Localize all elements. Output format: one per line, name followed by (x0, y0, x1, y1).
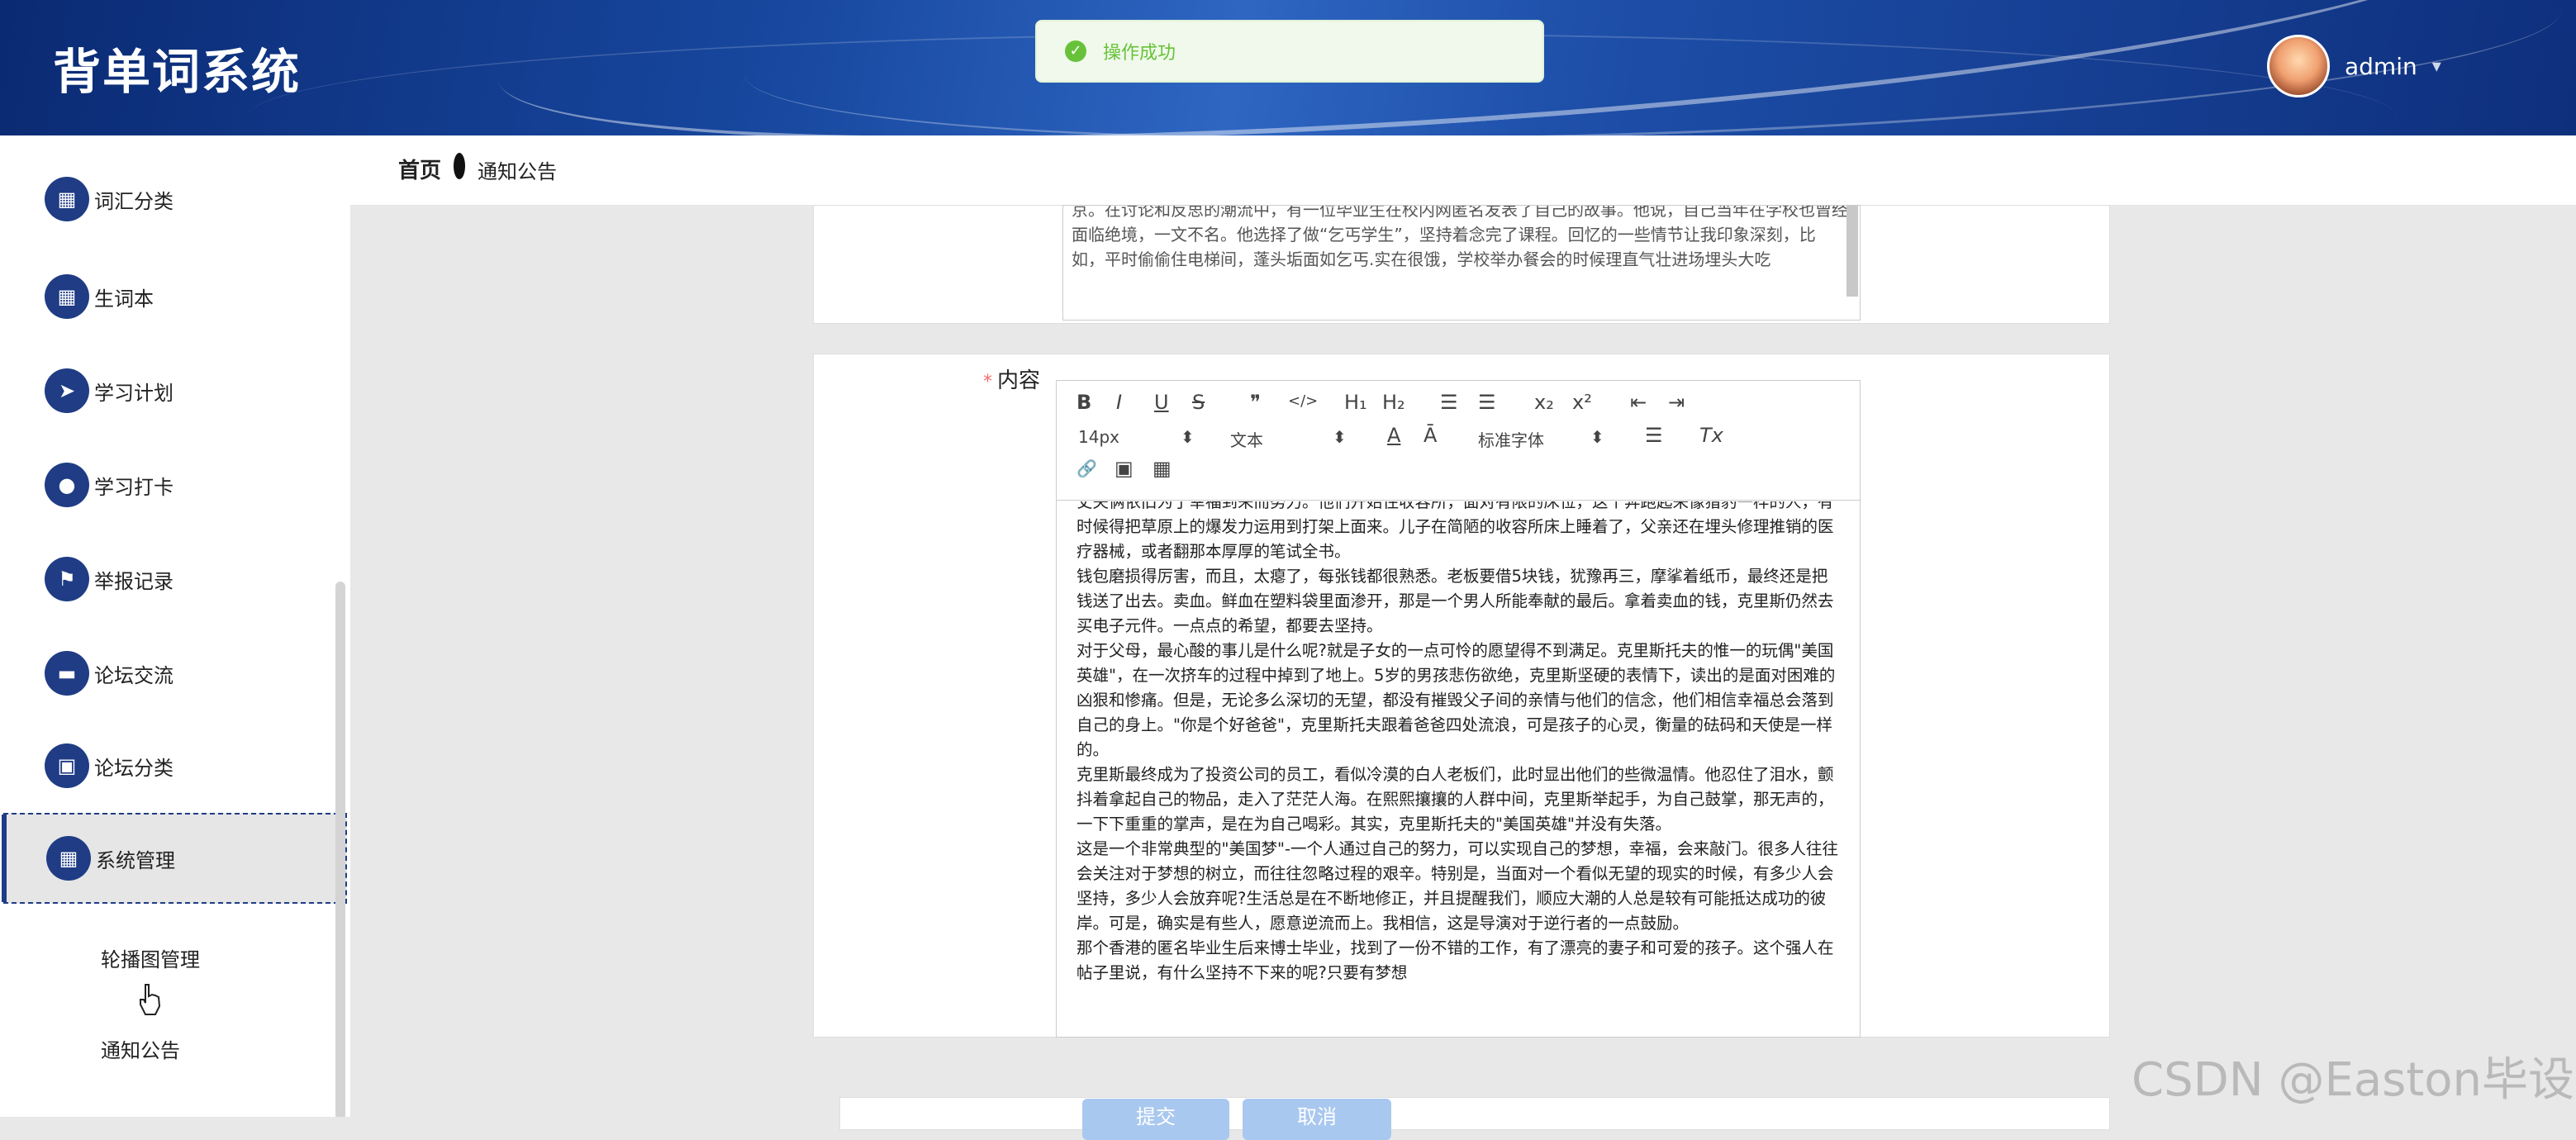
app-title: 背单词系统 (53, 44, 302, 100)
sidebar-item-system[interactable]: ▦ 系统管理 (2, 813, 347, 904)
sidebar-scrollbar[interactable] (335, 582, 345, 1117)
content-label: * 内容 (983, 363, 1040, 394)
sidebar-item-label: 举报记录 (94, 569, 173, 593)
code-button[interactable]: </> (1288, 392, 1318, 410)
toast-message: 操作成功 (1103, 43, 1176, 64)
font-size-select[interactable]: 14px (1078, 427, 1119, 447)
content-paragraph: 对于父母，最心酸的事儿是什么呢?就是子女的一点可怜的愿望得不到满足。克里斯托夫的… (1077, 641, 1836, 759)
editor-content[interactable]: 丈夫俩依旧为了幸福到来而努力。他们开始住收容所，面对有限的床位，这个奔跑起来像猎… (1077, 501, 1843, 1035)
rich-text-editor[interactable]: B I U S ❞ </> H₁ H₂ ☰ ☰ x₂ x² ⇤ ⇥ 14px ⬍… (1056, 380, 1861, 1038)
h1-button[interactable]: H₁ (1344, 391, 1367, 414)
breadcrumb-separator-icon (454, 153, 465, 179)
content-label-text: 内容 (997, 368, 1041, 393)
sidebar-item-vocab-category[interactable]: ▦ 词汇分类 (0, 154, 350, 245)
user-menu[interactable]: admin ▾ (2267, 35, 2441, 97)
cancel-button[interactable]: 取消 (1243, 1099, 1391, 1140)
sidebar-item-label: 系统管理 (96, 848, 175, 872)
textarea-scrollbar[interactable] (1846, 206, 1858, 297)
strike-button[interactable]: S (1192, 391, 1205, 414)
video-icon[interactable]: ▦ (1153, 457, 1172, 480)
summary-text: 京。在讨论和反思的潮流中，有一位毕业生在校内网匿名发表了自己的故事。他说，自己当… (1072, 205, 1848, 269)
outdent-icon[interactable]: ⇤ (1630, 391, 1647, 414)
user-icon: ● (45, 463, 89, 507)
username[interactable]: admin (2345, 53, 2417, 80)
paper-plane-icon: ➤ (45, 368, 89, 413)
chevron-updown-icon[interactable]: ⬍ (1590, 427, 1604, 447)
sidebar-item-label: 词汇分类 (94, 189, 173, 213)
italic-button[interactable]: I (1116, 391, 1122, 414)
content-paragraph: 钱包磨损得厉害，而且，太瘪了，每张钱都很熟悉。老板要借5块钱，犹豫再三，摩挲着纸… (1077, 567, 1834, 635)
check-circle-icon: ✓ (1065, 40, 1086, 62)
submenu-item-carousel[interactable]: 轮播图管理 (101, 943, 200, 972)
hand-cursor-icon (140, 984, 161, 1015)
breadcrumb: 首页 通知公告 (350, 135, 2576, 205)
clear-format-button[interactable]: Tx (1699, 424, 1723, 447)
superscript-button[interactable]: x² (1572, 391, 1592, 414)
bullet-list-icon[interactable]: ☰ (1478, 391, 1496, 414)
sidebar-item-label: 论坛分类 (94, 756, 173, 780)
subscript-button[interactable]: x₂ (1534, 391, 1554, 414)
bold-button[interactable]: B (1077, 391, 1091, 414)
background-color-button[interactable]: Ā (1423, 424, 1437, 447)
monitor-icon: ▬ (45, 651, 89, 696)
grid-icon: ▦ (45, 177, 89, 221)
image-icon[interactable]: ▣ (1115, 457, 1134, 480)
sidebar-item-label: 学习计划 (94, 381, 173, 405)
grid-icon: ▦ (46, 836, 91, 881)
sidebar-item-forum-category[interactable]: ▣ 论坛分类 (0, 720, 350, 811)
sidebar: ▦ 词汇分类 ▦ 生词本 ➤ 学习计划 ● 学习打卡 ⚑ 举报记录 ▬ 论坛交流… (0, 135, 350, 1117)
chevron-updown-icon[interactable]: ⬍ (1181, 427, 1195, 447)
avatar[interactable] (2267, 35, 2330, 97)
watermark: CSDN @Easton毕设 (2132, 1053, 2575, 1107)
font-color-button[interactable]: A (1387, 424, 1400, 447)
content-paragraph: 那个香港的匿名毕业生后来博士毕业，找到了一份不错的工作，有了漂亮的妻子和可爱的孩… (1077, 938, 1834, 982)
content-paragraph: 克里斯最终成为了投资公司的员工，看似冷漠的白人老板们，此时显出他们的些微温情。他… (1077, 765, 1834, 834)
chevron-down-icon[interactable]: ▾ (2432, 56, 2441, 77)
sidebar-item-label: 生词本 (94, 287, 154, 311)
text-style-select[interactable]: 文本 (1230, 427, 1263, 451)
success-toast: ✓ 操作成功 (1035, 20, 1544, 83)
sidebar-item-label: 学习打卡 (94, 475, 173, 499)
sidebar-item-wordbook[interactable]: ▦ 生词本 (0, 251, 350, 342)
grid-icon: ▦ (45, 274, 89, 319)
submit-button[interactable]: 提交 (1082, 1099, 1229, 1140)
editor-toolbar: B I U S ❞ </> H₁ H₂ ☰ ☰ x₂ x² ⇤ ⇥ 14px ⬍… (1057, 381, 1860, 501)
button-bar-card (839, 1097, 2110, 1130)
quote-button[interactable]: ❞ (1250, 391, 1261, 414)
font-family-select[interactable]: 标准字体 (1478, 427, 1544, 451)
underline-button[interactable]: U (1154, 391, 1169, 414)
sidebar-item-checkin[interactable]: ● 学习打卡 (0, 439, 350, 530)
content-paragraph: 丈夫俩依旧为了幸福到来而努力。他们开始住收容所，面对有限的床位，这个奔跑起来像猎… (1077, 501, 1834, 561)
link-icon[interactable]: 🔗 (1077, 458, 1097, 478)
content-paragraph: 这是一个非常典型的"美国梦"-一个人通过自己的努力，可以实现自己的梦想，幸福，会… (1077, 839, 1838, 933)
indent-icon[interactable]: ⇥ (1668, 391, 1685, 414)
ordered-list-icon[interactable]: ☰ (1440, 391, 1458, 414)
align-icon[interactable]: ☰ (1645, 424, 1663, 447)
summary-textarea[interactable]: 京。在讨论和反思的潮流中，有一位毕业生在校内网匿名发表了自己的故事。他说，自己当… (1062, 205, 1861, 321)
clipboard-icon: ▣ (45, 743, 89, 788)
sidebar-item-label: 论坛交流 (94, 663, 173, 687)
sidebar-item-study-plan[interactable]: ➤ 学习计划 (0, 345, 350, 436)
sidebar-item-reports[interactable]: ⚑ 举报记录 (0, 534, 350, 625)
flag-icon: ⚑ (45, 557, 89, 601)
submenu-item-notice[interactable]: 通知公告 (101, 1034, 180, 1063)
sidebar-item-forum[interactable]: ▬ 论坛交流 (0, 628, 350, 719)
breadcrumb-current: 通知公告 (478, 160, 557, 183)
required-star: * (983, 372, 992, 392)
chevron-updown-icon[interactable]: ⬍ (1333, 427, 1347, 447)
h2-button[interactable]: H₂ (1382, 391, 1405, 414)
breadcrumb-home[interactable]: 首页 (398, 154, 441, 184)
